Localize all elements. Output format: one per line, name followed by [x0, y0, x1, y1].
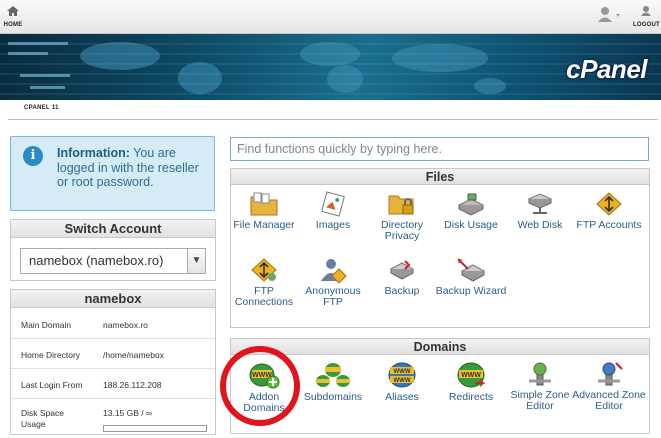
ftp-accounts-icon [596, 192, 622, 216]
svg-text:WWW: WWW [461, 372, 481, 379]
item-label: Backup [384, 285, 420, 297]
stats-value: 13.15 GB / ∞ [103, 408, 153, 418]
subdomains-icon [316, 363, 350, 387]
aliases-icon: WWW WWW [388, 362, 416, 388]
domains-section-title: Domains [231, 339, 649, 355]
disk-usage-bar [103, 425, 207, 432]
item-label: Simple Zone Editor [510, 389, 570, 412]
breadcrumb-bar: CPANEL 11 [0, 100, 661, 122]
stats-title: namebox [11, 290, 215, 308]
cpanel-logo: cPanel [566, 54, 647, 84]
account-stats-panel: namebox Main Domain namebox.ro Home Dire… [10, 289, 216, 435]
divider [11, 398, 215, 399]
switch-account-panel: Switch Account namebox (namebox.ro) ▼ [10, 219, 216, 281]
item-label: Redirects [448, 391, 494, 403]
item-label: FTP Accounts [576, 219, 642, 231]
search-placeholder: Find functions quickly by typing here. [237, 142, 442, 156]
item-label: Addon Domains [243, 391, 285, 414]
domains-section: Domains WWW Addon Domains Subdomains WWW… [230, 338, 650, 434]
images-icon [321, 191, 345, 217]
ftp-connections-icon [251, 258, 277, 282]
files-section: Files File Manager Images Directory Priv… [230, 168, 650, 328]
web-disk-icon [527, 193, 553, 214]
backup-wizard-item[interactable]: Backup Wizard [434, 257, 508, 297]
advanced-zone-editor-item[interactable]: Advanced Zone Editor [572, 361, 646, 412]
stats-value: 188.26.112.208 [103, 380, 162, 390]
directory-privacy-item[interactable]: Directory Privacy [365, 191, 439, 242]
disk-usage-icon [457, 193, 485, 216]
images-item[interactable]: Images [296, 191, 370, 231]
backup-icon [389, 260, 415, 280]
chevron-down-icon[interactable]: ▼ [187, 249, 205, 273]
information-text: Information: You are logged in with the … [57, 146, 207, 190]
item-label: Web Disk [517, 219, 563, 231]
info-icon: i [23, 146, 43, 166]
file-manager-icon [250, 192, 278, 216]
file-manager-item[interactable]: File Manager [227, 191, 301, 231]
stats-value: namebox.ro [103, 320, 148, 330]
stats-key: Main Domain [21, 320, 72, 330]
switch-account-title: Switch Account [11, 220, 215, 238]
logout-icon [641, 6, 651, 16]
backup-item[interactable]: Backup [365, 257, 439, 297]
stats-key: Home Directory [21, 350, 81, 360]
switch-account-select[interactable]: namebox (namebox.ro) ▼ [20, 248, 206, 274]
addon-domains-item[interactable]: WWW Addon Domains [227, 361, 301, 414]
item-label: Images [315, 219, 351, 231]
information-title: Information: [57, 146, 130, 160]
redirects-item[interactable]: WWW Redirects [434, 361, 508, 403]
top-bar: HOME LOGOUT [0, 0, 661, 34]
simple-zone-editor-item[interactable]: Simple Zone Editor [503, 361, 577, 412]
world-map-graphic [0, 42, 661, 95]
addon-domains-icon: WWW [249, 363, 280, 389]
user-icon [598, 7, 620, 22]
anonymous-ftp-item[interactable]: Anonymous FTP [296, 257, 370, 308]
item-label: Disk Usage [444, 219, 498, 231]
disk-usage-item[interactable]: Disk Usage [434, 191, 508, 231]
backup-wizard-icon [457, 258, 486, 282]
advanced-zone-editor-icon [598, 362, 623, 386]
ftp-connections-item[interactable]: FTP Connections [227, 257, 301, 308]
logout-button[interactable]: LOGOUT [633, 4, 660, 28]
files-section-title: Files [231, 169, 649, 185]
item-label: Anonymous FTP [305, 285, 361, 308]
divider [11, 368, 215, 369]
aliases-item[interactable]: WWW WWW Aliases [365, 361, 439, 403]
simple-zone-editor-icon [529, 362, 551, 386]
home-icon [7, 6, 19, 16]
web-disk-item[interactable]: Web Disk [503, 191, 577, 231]
user-menu-button[interactable] [597, 6, 625, 24]
item-label: FTP Connections [234, 285, 294, 308]
logout-label: LOGOUT [633, 22, 660, 28]
item-label: File Manager [233, 219, 295, 231]
item-label: Advanced Zone Editor [572, 389, 646, 412]
item-label: Aliases [385, 391, 419, 403]
item-label: Subdomains [303, 391, 363, 403]
switch-account-value: namebox (namebox.ro) [29, 253, 164, 268]
home-label: HOME [3, 22, 23, 28]
home-button[interactable]: HOME [2, 4, 24, 28]
ftp-accounts-item[interactable]: FTP Accounts [572, 191, 646, 231]
header-banner: cPanel [0, 34, 661, 100]
breadcrumb-label: CPANEL 11 [24, 105, 59, 111]
information-box: i Information: You are logged in with th… [10, 136, 215, 211]
stats-key: Last Login From [21, 380, 83, 390]
directory-privacy-icon [388, 195, 414, 215]
stats-value: /home/namebox [103, 350, 164, 360]
breadcrumb: CPANEL 11 [8, 100, 658, 120]
item-label: Directory Privacy [380, 219, 423, 242]
anonymous-ftp-icon [321, 259, 347, 283]
item-label: Backup Wizard [435, 285, 507, 297]
svg-text:WWW: WWW [394, 369, 411, 375]
stats-key: Disk Space Usage [21, 408, 64, 429]
subdomains-item[interactable]: Subdomains [296, 361, 370, 403]
svg-text:WWW: WWW [394, 378, 411, 384]
search-input[interactable]: Find functions quickly by typing here. [230, 137, 649, 161]
stats-row-disk-space: Disk Space Usage 13.15 GB / ∞ [11, 408, 215, 434]
divider [11, 338, 215, 339]
redirects-icon: WWW [457, 362, 486, 388]
